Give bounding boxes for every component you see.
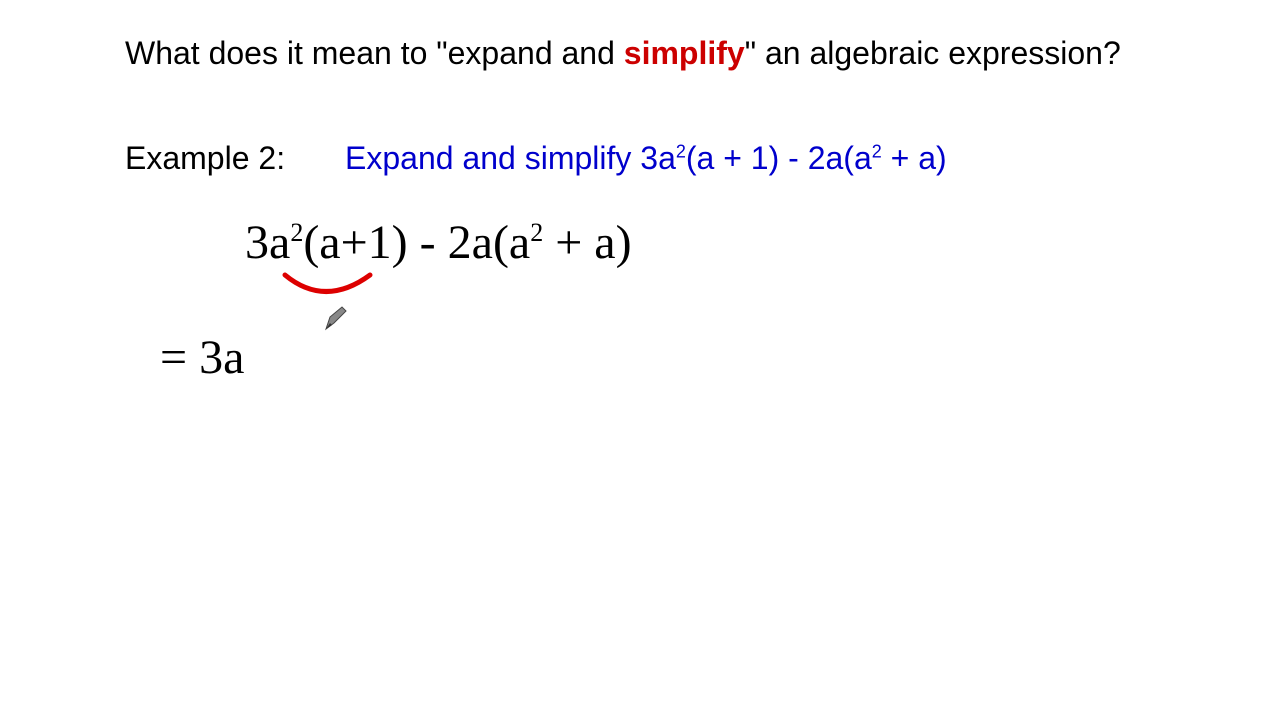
example-text-suffix: + a) <box>882 140 947 176</box>
page-title: What does it mean to "expand and simplif… <box>125 35 1121 72</box>
example-label: Example 2: <box>125 140 285 177</box>
pen-cursor-icon <box>322 305 350 333</box>
example-text-prefix: Expand and simplify 3a <box>345 140 676 176</box>
hand-expr-sup2: 2 <box>530 218 543 247</box>
example-problem: Expand and simplify 3a2(a + 1) - 2a(a2 +… <box>345 140 947 177</box>
handwritten-result: = 3a <box>160 330 244 385</box>
distribution-arc <box>280 270 380 310</box>
example-sup2: 2 <box>872 141 882 161</box>
title-prefix: What does it mean to "expand and <box>125 35 624 71</box>
title-suffix: " an algebraic expression? <box>745 35 1121 71</box>
example-sup1: 2 <box>676 141 686 161</box>
hand-expr-part2: (a+1) - 2a(a <box>303 216 530 269</box>
example-text-mid1: (a + 1) - 2a(a <box>686 140 872 176</box>
hand-expr-part3: + a) <box>543 216 631 269</box>
hand-expr-part1: 3a <box>245 216 290 269</box>
title-highlight: simplify <box>624 35 745 71</box>
hand-expr-sup1: 2 <box>290 218 303 247</box>
handwritten-expression: 3a2(a+1) - 2a(a2 + a) <box>245 215 632 270</box>
